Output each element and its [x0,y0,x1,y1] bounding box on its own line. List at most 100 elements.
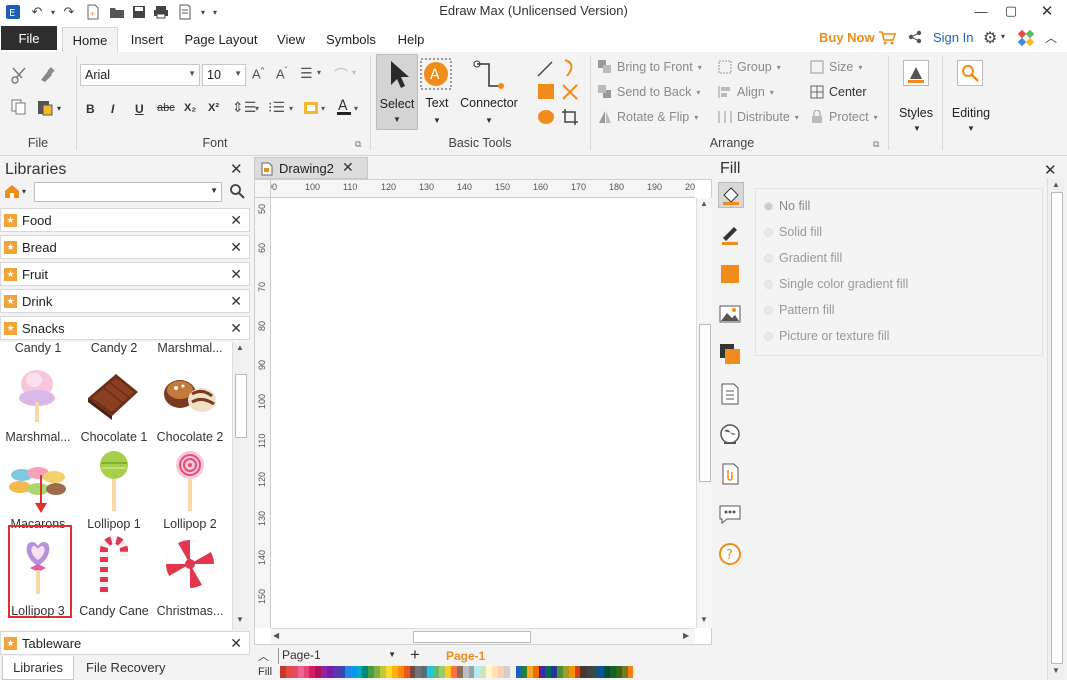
text-align-icon[interactable]: ☰ [300,65,313,82]
search-icon[interactable] [229,183,245,202]
align-button[interactable]: Align ▾ [718,85,774,99]
close-category-icon[interactable]: ✕ [230,239,242,256]
fill-option-solid[interactable]: Solid fill [764,225,822,239]
color-swatch[interactable] [627,666,634,678]
arrange-dialog-launcher-icon[interactable]: ⧉ [873,139,879,150]
tab-home[interactable]: Home [62,27,118,52]
text-path-icon[interactable]: ⌒ [334,65,348,85]
tab-file[interactable]: File [1,26,57,50]
home-library-icon[interactable] [4,183,20,202]
copy-icon[interactable] [10,98,28,119]
editing-search-icon[interactable] [957,60,983,86]
italic-button[interactable]: I [111,102,114,116]
tab-file-recovery[interactable]: File Recovery [86,660,165,675]
shape-chocolate-2[interactable]: Chocolate 2 [152,360,228,448]
attachment-icon[interactable] [718,462,744,488]
scroll-up-icon[interactable]: ▲ [236,343,244,352]
paste-icon[interactable] [36,98,56,119]
font-color-dropdown-icon[interactable]: ▾ [354,104,358,113]
comment-icon[interactable] [718,502,744,528]
decrease-font-icon[interactable]: Aˇ [276,66,287,81]
chevron-down-icon[interactable]: ▼ [433,116,441,125]
line-spacing-dropdown-icon[interactable]: ▾ [255,104,259,113]
scroll-right-icon[interactable]: ▶ [683,631,689,640]
bring-to-front-button[interactable]: Bring to Front ▾ [598,60,702,74]
library-category-bread[interactable]: ★ Bread ✕ [0,235,250,259]
page-properties-icon[interactable] [718,382,744,408]
rotate-flip-button[interactable]: Rotate & Flip ▾ [598,110,698,124]
ellipse-tool-icon[interactable] [537,108,555,129]
fill-option-single-color-gradient[interactable]: Single color gradient fill [764,277,908,291]
fill-option-no-fill[interactable]: No fill [764,199,810,213]
send-to-back-button[interactable]: Send to Back ▾ [598,85,700,99]
group-button[interactable]: Group ▾ [718,60,781,74]
sign-in-link[interactable]: Sign In [933,30,973,45]
tab-insert[interactable]: Insert [122,27,172,52]
font-size-select[interactable]: 10 ▼ [202,64,246,86]
close-libraries-icon[interactable]: ✕ [230,160,243,178]
close-fill-panel-icon[interactable]: ✕ [1044,161,1057,179]
active-page-tab[interactable]: Page-1 [446,649,485,663]
shape-candy-cane[interactable]: Candy Cane [76,534,152,622]
format-painter-icon[interactable] [38,66,56,87]
shadow-icon[interactable] [718,262,744,288]
scroll-left-icon[interactable]: ◀ [273,631,279,640]
arc-tool-icon[interactable] [561,58,579,81]
drawing-canvas[interactable]: 90 100 110 120 130 140 150 160 170 180 190 200 50 60… [254,179,712,645]
close-category-icon[interactable]: ✕ [230,635,242,652]
help-icon[interactable]: ? [718,542,744,568]
tab-symbols[interactable]: Symbols [320,27,382,52]
text-background-dropdown-icon[interactable]: ▾ [321,104,325,113]
chevron-down-icon[interactable]: ▼ [967,124,975,133]
size-button[interactable]: Size ▾ [810,60,862,74]
close-category-icon[interactable]: ✕ [230,320,242,337]
shape-lollipop-2[interactable]: Lollipop 2 [152,447,228,535]
font-color-icon[interactable]: A [336,98,352,119]
layers-icon[interactable] [718,342,744,368]
connector-tool-label[interactable]: Connector [458,96,520,110]
share-icon[interactable] [908,30,922,47]
text-tool-icon[interactable]: A [420,58,452,93]
line-tool-icon[interactable] [536,60,554,81]
shape-lollipop-1[interactable]: Lollipop 1 [76,447,152,535]
close-category-icon[interactable]: ✕ [230,212,242,229]
shape-christmas-candy[interactable]: Christmas... [152,534,228,622]
scroll-up-icon[interactable]: ▲ [1052,180,1060,189]
select-tool-button[interactable]: Select ▼ [376,54,418,130]
home-library-dropdown-icon[interactable]: ▾ [22,187,26,196]
color-swatches[interactable] [280,666,634,678]
scroll-down-icon[interactable]: ▼ [1052,666,1060,675]
tab-view[interactable]: View [270,27,312,52]
text-path-dropdown-icon[interactable]: ▾ [352,68,356,77]
scroll-down-icon[interactable]: ▼ [236,615,244,624]
bold-button[interactable]: B [86,102,95,116]
close-category-icon[interactable]: ✕ [230,266,242,283]
image-icon[interactable] [718,302,744,328]
fill-option-gradient[interactable]: Gradient fill [764,251,842,265]
cart-icon[interactable] [878,30,897,49]
library-category-snacks[interactable]: ★ Snacks ✕ [0,316,250,340]
subscript-button[interactable]: X₂ [184,102,196,114]
paste-dropdown-icon[interactable]: ▾ [57,104,61,113]
scroll-thumb[interactable] [1051,192,1063,664]
scroll-thumb[interactable] [413,631,531,643]
canvas-vertical-scrollbar[interactable]: ▲ ▼ [696,198,712,628]
library-category-food[interactable]: ★ Food ✕ [0,208,250,232]
scroll-down-icon[interactable]: ▼ [700,615,708,624]
apps-icon[interactable] [1017,29,1035,50]
styles-button[interactable]: Styles [894,106,938,120]
add-page-icon[interactable]: + [410,645,420,665]
bullets-dropdown-icon[interactable]: ▾ [289,104,293,113]
canvas-horizontal-scrollbar[interactable]: ◀ ▶ [271,628,695,644]
line-spacing-icon[interactable]: ⇕☰ [232,99,256,116]
distribute-button[interactable]: Distribute ▾ [718,110,799,124]
fill-panel-scrollbar[interactable]: ▲ ▼ [1047,178,1065,680]
scroll-up-icon[interactable]: ▲ [700,199,708,208]
line-style-icon[interactable] [718,222,744,248]
protect-button[interactable]: Protect ▾ [810,110,878,124]
library-category-fruit[interactable]: ★ Fruit ✕ [0,262,250,286]
tab-libraries[interactable]: Libraries [2,656,74,680]
editing-button[interactable]: Editing [946,106,996,120]
increase-font-icon[interactable]: A^ [252,66,264,81]
close-category-icon[interactable]: ✕ [230,293,242,310]
